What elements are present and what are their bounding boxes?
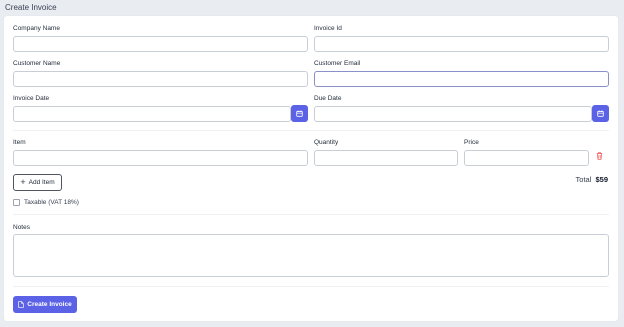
- create-invoice-label: Create Invoice: [27, 301, 72, 308]
- total-label: Total: [575, 175, 592, 184]
- company-name-input[interactable]: [13, 36, 308, 52]
- total-amount: $59: [595, 175, 608, 184]
- notes-label: Notes: [13, 224, 30, 231]
- quantity-input[interactable]: [314, 150, 458, 166]
- taxable-label: Taxable (VAT 18%): [24, 198, 79, 206]
- section-divider: [13, 214, 609, 215]
- due-date-calendar-button[interactable]: [592, 105, 609, 122]
- calendar-icon: [597, 110, 604, 117]
- total-display: Total $59: [576, 175, 608, 184]
- due-date-label: Due Date: [314, 95, 342, 102]
- invoice-id-input[interactable]: [314, 36, 609, 52]
- plus-icon: +: [20, 177, 26, 187]
- item-column-header: Item: [13, 139, 26, 146]
- taxable-checkbox[interactable]: [13, 199, 20, 206]
- delete-item-button[interactable]: [595, 151, 604, 161]
- page-title: Create Invoice: [5, 3, 57, 12]
- create-invoice-button[interactable]: Create Invoice: [13, 296, 77, 313]
- notes-textarea[interactable]: [13, 234, 609, 277]
- invoice-form-card: Company Name Invoice Id Customer Name Cu…: [4, 16, 618, 321]
- due-date-input[interactable]: [314, 106, 592, 122]
- trash-icon: [596, 152, 603, 160]
- add-item-label: Add Item: [28, 179, 55, 186]
- calendar-icon: [296, 110, 303, 117]
- customer-name-input[interactable]: [13, 71, 308, 87]
- invoice-id-label: Invoice Id: [314, 25, 342, 32]
- invoice-date-calendar-button[interactable]: [291, 105, 308, 122]
- document-icon: [18, 301, 24, 308]
- customer-name-label: Customer Name: [13, 60, 61, 67]
- price-input[interactable]: [464, 150, 589, 166]
- company-name-label: Company Name: [13, 25, 60, 32]
- add-item-button[interactable]: + Add Item: [13, 174, 62, 191]
- section-divider: [13, 130, 609, 131]
- section-divider: [13, 286, 609, 287]
- item-input[interactable]: [13, 150, 308, 166]
- quantity-column-header: Quantity: [314, 139, 339, 146]
- invoice-date-input[interactable]: [13, 106, 291, 122]
- customer-email-input[interactable]: [314, 71, 609, 87]
- price-column-header: Price: [464, 139, 479, 146]
- invoice-date-label: Invoice Date: [13, 95, 50, 102]
- customer-email-label: Customer Email: [314, 60, 361, 67]
